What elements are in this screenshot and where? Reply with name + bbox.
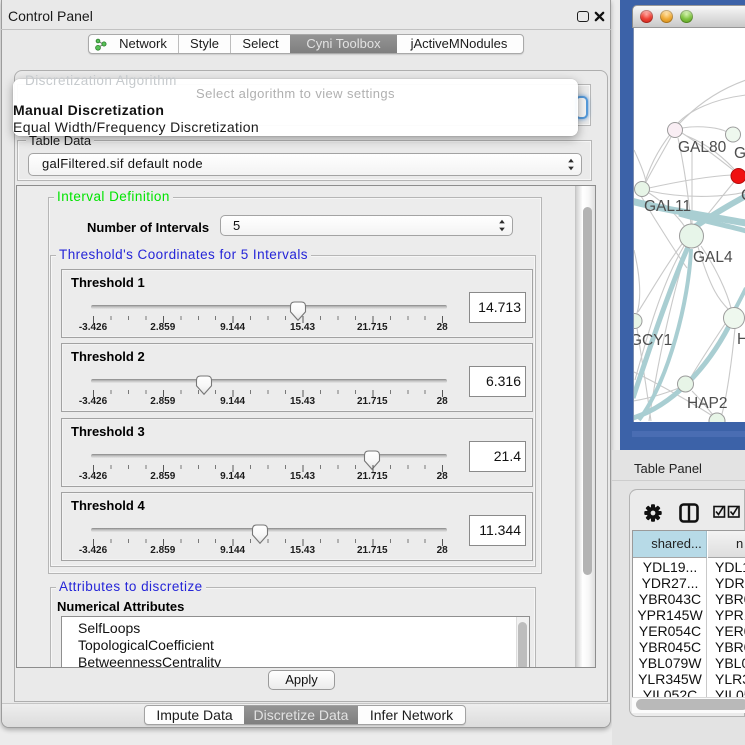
svg-text:GA: GA — [734, 145, 745, 162]
svg-text:GCY1: GCY1 — [634, 332, 672, 349]
svg-text:H: H — [737, 331, 745, 348]
svg-text:GAL11: GAL11 — [644, 198, 691, 215]
svg-text:HAP2: HAP2 — [687, 395, 728, 412]
svg-text:GAL80: GAL80 — [678, 139, 727, 156]
svg-text:C: C — [741, 187, 745, 204]
svg-text:GAL4: GAL4 — [693, 249, 733, 266]
